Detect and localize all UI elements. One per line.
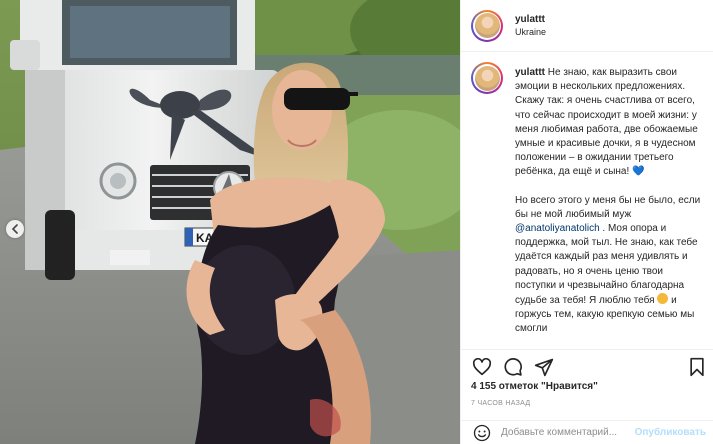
carousel-prev-button[interactable] xyxy=(6,220,24,238)
caption-paragraph-1: yulattt Не знаю, как выразить свои эмоци… xyxy=(515,66,701,180)
instagram-post: KA yulattt Ukraine yulattt Не знаю, как … xyxy=(0,0,713,444)
save-button[interactable] xyxy=(686,356,708,378)
share-icon xyxy=(534,358,554,376)
share-button[interactable] xyxy=(533,356,555,378)
caption-text-2a: Но всего этого у меня бы не было, если б… xyxy=(515,194,701,220)
avatar[interactable] xyxy=(471,9,503,42)
caption-paragraph-2: Но всего этого у меня бы не было, если б… xyxy=(515,194,701,337)
avatar-border xyxy=(473,11,501,40)
header-text: yulattt Ukraine xyxy=(515,14,546,37)
avatar-image xyxy=(474,13,500,38)
caption-username[interactable]: yulattt xyxy=(515,67,545,78)
caption-text: yulattt Не знаю, как выразить свои эмоци… xyxy=(515,66,701,358)
action-bar xyxy=(461,349,713,379)
caption-mention-link[interactable]: @anatoliyanatolich xyxy=(515,223,600,234)
comment-button[interactable] xyxy=(502,356,524,378)
likes-count[interactable]: 4 155 отметок "Нравится" xyxy=(471,381,598,392)
post-timestamp[interactable]: 7 ЧАСОВ НАЗАД xyxy=(471,400,530,407)
publish-button[interactable]: Опубликовать xyxy=(635,427,706,438)
comment-input[interactable] xyxy=(501,427,629,438)
caption-avatar-image xyxy=(474,65,500,91)
comment-icon xyxy=(504,357,522,376)
caption-text-2b: . Моя опора и поддержка, мой тыл. Не зна… xyxy=(515,223,698,307)
bookmark-icon xyxy=(690,357,704,376)
heart-icon xyxy=(472,357,492,375)
like-button[interactable] xyxy=(471,356,493,378)
smiling-cat-emoji-icon xyxy=(657,293,669,305)
caption-area: yulattt Не знаю, как выразить свои эмоци… xyxy=(461,52,713,358)
comment-bar: Опубликовать xyxy=(461,420,713,444)
chevron-left-icon xyxy=(11,224,18,234)
emoji-icon[interactable] xyxy=(473,424,491,442)
header-location[interactable]: Ukraine xyxy=(515,27,546,37)
header-username[interactable]: yulattt xyxy=(515,14,546,25)
post-header: yulattt Ukraine xyxy=(461,0,713,52)
caption-avatar[interactable] xyxy=(471,62,503,94)
caption-text-1: Не знаю, как выразить свои эмоции в неск… xyxy=(515,67,698,178)
post-photo[interactable]: KA xyxy=(0,0,460,444)
blue-heart-emoji: 💙 xyxy=(632,166,645,178)
post-sidebar: yulattt Ukraine yulattt Не знаю, как выр… xyxy=(460,0,713,444)
photo-illustration: KA xyxy=(0,0,460,444)
caption-avatar-border xyxy=(473,64,501,92)
